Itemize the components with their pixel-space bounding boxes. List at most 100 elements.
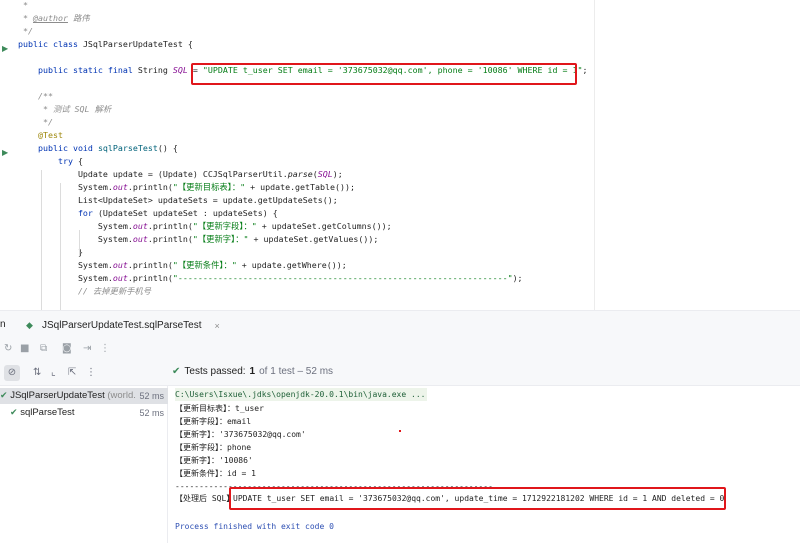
code-line: System.out.println("【更新字】：" + updateSet.… (18, 233, 378, 246)
code-token: out (132, 234, 148, 244)
code-token: () { (157, 143, 178, 153)
code-line: @Test (18, 129, 63, 142)
code-line: System.out.println("【更新字段】：" + updateSet… (18, 220, 392, 233)
code-token: System. (18, 273, 113, 283)
console-finished-line: Process finished with exit code 0 (175, 522, 334, 531)
indent-guide (60, 183, 61, 310)
code-line: */ (18, 25, 33, 38)
code-token: @author (33, 13, 68, 23)
code-token: for (18, 208, 98, 218)
code-token: "【更新字】：" (192, 234, 249, 244)
tab-jsqlparser-sqlparsetest[interactable]: ◆ JSqlParserUpdateTest.sqlParseTest × (26, 317, 220, 334)
code-token: .println( (147, 234, 193, 244)
code-token: * (18, 0, 28, 10)
more-icon[interactable]: ⋮ (86, 367, 96, 378)
code-line: System.out.println("【更新条件】：" + update.ge… (18, 259, 347, 272)
expand-all-icon[interactable]: ⇱ (68, 367, 76, 378)
code-token: System. (18, 221, 133, 231)
tree-item-note: (world. (107, 390, 136, 401)
code-token: .println( (127, 260, 173, 270)
code-token: System. (18, 260, 113, 270)
show-passed-icon[interactable]: ⊘ (4, 365, 20, 381)
code-line: System.out.println("【更新目标表】：" + update.g… (18, 181, 355, 194)
code-token: Update update = (Update) CCJSqlParserUti… (18, 169, 288, 179)
console-line: 【更新字段】：phone (175, 443, 252, 452)
console-output[interactable]: C:\Users\Isxue\.jdks\openjdk-20.0.1\bin\… (168, 386, 800, 543)
code-token: "---------------------------------------… (172, 273, 513, 283)
console-line: 【更新字】：'373675032@qq.com' (175, 430, 306, 439)
code-token: out (112, 273, 128, 283)
right-margin-guide (594, 0, 595, 310)
console-line: 【更新字段】：email (175, 417, 252, 426)
exit-icon[interactable]: ⇥ (83, 343, 91, 354)
red-dot-mark (399, 430, 401, 432)
console-command-line[interactable]: C:\Users\Isxue\.jdks\openjdk-20.0.1\bin\… (175, 388, 428, 401)
code-token: .println( (127, 182, 173, 192)
console-processed-label: 【处理后 SQL】 (175, 494, 235, 503)
test-config-icon: ◆ (26, 320, 33, 330)
run-class-gutter-icon[interactable]: ▶ (2, 43, 13, 54)
tree-item-method[interactable]: ✔ sqlParseTest 52 ms (0, 405, 168, 421)
code-token: JSqlParserUpdateTest { (82, 39, 193, 49)
layout-icon[interactable]: ⧉ (40, 343, 47, 354)
run-tool-title[interactable]: n (0, 319, 6, 330)
passed-check-icon: ✔ (10, 408, 18, 418)
sql-highlight-box (191, 63, 577, 85)
code-token: SQL (317, 169, 333, 179)
run-tool-tabs: n ◆ JSqlParserUpdateTest.sqlParseTest × (0, 310, 800, 339)
code-token: } (18, 247, 83, 257)
code-token: * 测试 SQL 解析 (18, 104, 112, 114)
code-token: out (112, 260, 128, 270)
code-token: "【更新字段】：" (192, 221, 257, 231)
code-token: + update.getWhere()); (236, 260, 347, 270)
passed-check-icon: ✔ (0, 391, 8, 401)
code-token: { (77, 156, 83, 166)
code-token: ); (512, 273, 523, 283)
code-line: /** (18, 90, 53, 103)
status-label: Tests passed: (184, 366, 246, 377)
sort-alpha-icon[interactable]: ⇅ (33, 367, 41, 378)
code-token: ); (332, 169, 343, 179)
code-token: /** (18, 91, 53, 101)
passed-check-icon: ✔ (172, 366, 181, 377)
stop-icon[interactable]: ■ (20, 343, 29, 354)
processed-sql-highlight-box (229, 487, 726, 510)
close-tab-icon[interactable]: × (215, 321, 220, 331)
code-token: + updateSet.getValues()); (248, 234, 379, 244)
more-options-icon[interactable]: ⋮ (100, 343, 110, 354)
code-token: + update.getTable()); (245, 182, 356, 192)
code-token: try (18, 156, 78, 166)
code-token: out (132, 221, 148, 231)
code-token: List<UpdateSet> updateSets = update.getU… (18, 195, 338, 205)
code-token: SQL (172, 65, 188, 75)
code-line: * (18, 0, 28, 12)
code-token: System. (18, 234, 133, 244)
sort-duration-icon[interactable]: ⌞ (51, 367, 56, 378)
code-line: System.out.println("--------------------… (18, 272, 523, 285)
code-editor[interactable]: * * @author 路伟 */ public class JSqlParser… (0, 0, 800, 310)
camera-icon[interactable]: ◙ (62, 343, 72, 354)
code-token: parse (287, 169, 313, 179)
code-line: try { (18, 155, 83, 168)
console-line: 【更新字】：'10086' (175, 456, 253, 465)
code-token: public class (18, 39, 83, 49)
code-token: .println( (147, 221, 193, 231)
test-status: ✔ Tests passed: 1 of 1 test – 52 ms (172, 366, 333, 377)
tree-item-class[interactable]: ✔ JSqlParserUpdateTest (world. 52 ms (0, 388, 168, 404)
code-token: (UpdateSet updateSet : updateSets) { (97, 208, 278, 218)
code-token: + updateSet.getColumns()); (256, 221, 392, 231)
code-token: 路伟 (67, 13, 90, 23)
code-token: sqlParseTest (97, 143, 158, 153)
test-toolbar: ⊘ ⇅ ⌞ ⇱ ⋮ ✔ Tests passed: 1 of 1 test – … (0, 361, 800, 386)
code-line: * @author 路伟 (18, 12, 90, 25)
code-token: out (112, 182, 128, 192)
run-method-gutter-icon[interactable]: ▶ (2, 147, 13, 158)
code-token: String (137, 65, 173, 75)
code-line: public class JSqlParserUpdateTest { (18, 38, 193, 51)
indent-guide (79, 230, 80, 256)
code-line: * 测试 SQL 解析 (18, 103, 111, 116)
code-token: "【更新目标表】：" (172, 182, 246, 192)
code-line: } (18, 246, 83, 259)
code-token: */ (18, 26, 33, 36)
rerun-icon[interactable]: ↻ (4, 343, 12, 354)
